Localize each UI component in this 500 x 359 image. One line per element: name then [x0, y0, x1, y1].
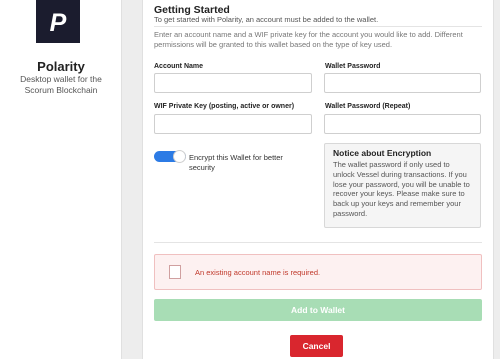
wif-key-label: WIF Private Key (posting, active or owne… [154, 103, 295, 110]
account-name-label: Account Name [154, 63, 204, 70]
error-alert: An existing account name is required. [154, 254, 482, 290]
app-description: Desktop wallet for the Scorum Blockchain [20, 74, 102, 95]
polarity-logo: P [36, 0, 80, 43]
encrypt-toggle[interactable] [154, 150, 186, 163]
page-subtitle: To get started with Polarity, an account… [154, 15, 379, 24]
wallet-password-label: Wallet Password [325, 63, 381, 70]
add-account-card: Getting Started To get started with Pola… [142, 0, 494, 359]
add-to-wallet-button[interactable]: Add to Wallet [154, 299, 482, 321]
wallet-password-repeat-input[interactable] [324, 114, 481, 134]
sidebar: P Polarity Desktop wallet for the Scorum… [0, 0, 122, 359]
wallet-password-input[interactable] [324, 73, 481, 93]
error-icon [169, 265, 181, 279]
notice-title: Notice about Encryption [333, 148, 432, 158]
encrypt-toggle-label: Encrypt this Wallet for better security [189, 153, 283, 172]
divider [154, 26, 482, 27]
toggle-knob [173, 150, 186, 163]
wif-key-input[interactable] [154, 114, 312, 134]
cancel-button[interactable]: Cancel [290, 335, 343, 357]
wallet-password-repeat-label: Wallet Password (Repeat) [325, 103, 411, 110]
logo-letter: P [50, 9, 67, 35]
error-message: An existing account name is required. [195, 268, 321, 277]
app-name: Polarity [37, 59, 85, 74]
divider [154, 242, 482, 243]
account-name-input[interactable] [154, 73, 312, 93]
page-description: Enter an account name and a WIF private … [154, 30, 463, 49]
notice-body: The wallet password if only used to unlo… [333, 160, 470, 218]
polarity-logo-icon: P [50, 9, 67, 35]
encryption-notice: Notice about Encryption The wallet passw… [324, 143, 481, 228]
